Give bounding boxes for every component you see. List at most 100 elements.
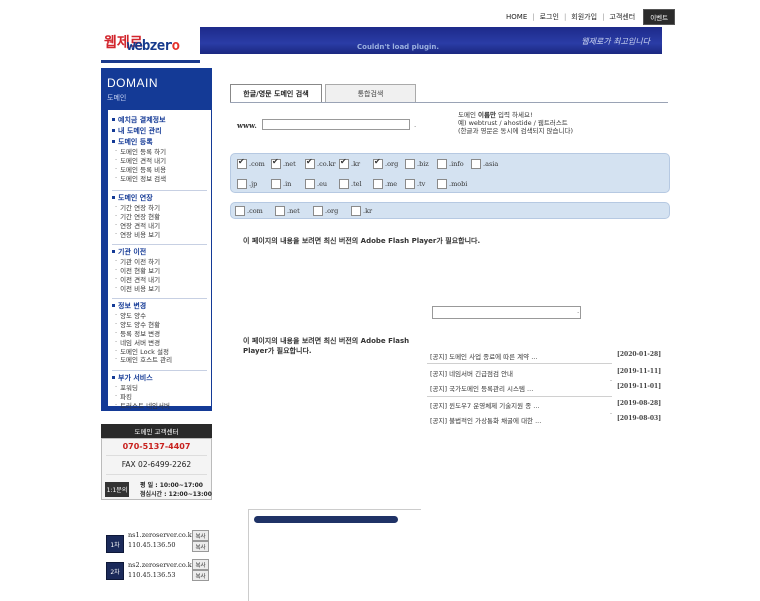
- ns1-ip-copy-button[interactable]: 복사: [192, 541, 209, 552]
- nav-signup[interactable]: 회원가입: [571, 12, 597, 22]
- header-slogan: 웹제로가 최고입니다: [581, 37, 650, 46]
- sidebar-section-label: 도메인 등록: [118, 137, 153, 146]
- sidebar-section-label: 기관 이전: [118, 247, 147, 256]
- help-text: 도메인: [458, 111, 479, 119]
- notice-date: [2019-08-28]: [617, 400, 662, 407]
- list-item[interactable]: [공지] 불법적인 가상통화 채굴에 대한 ... [2019-08-03]: [427, 412, 661, 426]
- nav-home[interactable]: HOME: [506, 13, 527, 21]
- list-item[interactable]: [공지] 국가도메인 등록관리 시스템 ... [2019-11-01]: [427, 380, 661, 394]
- checkbox-me[interactable]: [373, 179, 383, 189]
- bottom-tab-bar: [254, 516, 398, 523]
- tab-integrated-search[interactable]: 통합검색: [325, 84, 416, 103]
- ns1-ip: 110.45.136.50: [128, 541, 176, 549]
- support-fax: FAX 02-6499-2262: [121, 460, 192, 469]
- tld-tel-label: .tel: [351, 180, 362, 188]
- notice-date: [2019-11-01]: [617, 383, 662, 390]
- sidebar-section-label: 정보 변경: [118, 301, 147, 310]
- checkbox-net[interactable]: [271, 157, 281, 169]
- bullet-square-icon: [112, 118, 115, 121]
- list-item[interactable]: [공지] 네임서버 긴급점검 안내 [2019-11-11]: [427, 365, 661, 379]
- tld-panel-secondary: .com .net .org .kr: [230, 202, 670, 219]
- sidebar-item-transfer-cost[interactable]: 이전 비용 보기: [112, 283, 207, 293]
- checkbox-tv[interactable]: [405, 179, 415, 189]
- sidebar-section-title[interactable]: 도메인 등록: [112, 136, 207, 147]
- tld-info-label: .info: [449, 160, 464, 168]
- checkbox-tel[interactable]: [339, 179, 349, 189]
- sidebar-section-title[interactable]: 도메인 연장: [112, 192, 207, 203]
- checkbox-org-2[interactable]: [313, 206, 323, 216]
- site-logo[interactable]: 웹제로 webzero: [101, 26, 200, 63]
- sidebar-item-renew-cost[interactable]: 연장 비용 보기: [112, 229, 207, 239]
- sidebar-divider: [112, 370, 207, 371]
- checkbox-mobi[interactable]: [437, 179, 447, 189]
- tld-org-label: .org: [385, 160, 399, 168]
- plugin-error-message: Couldn't load plugin.: [357, 43, 440, 51]
- ns2-host: ns2.zeroserver.co.kr: [128, 561, 195, 569]
- domain-search-input[interactable]: [262, 119, 410, 130]
- sidebar-title: DOMAIN: [107, 76, 158, 90]
- bullet-square-icon: [112, 140, 115, 143]
- bullet-square-icon: [112, 129, 115, 132]
- sidebar-section-extra: 부가 서비스 포워딩 파킹 트러스트 네임서버: [112, 372, 207, 410]
- ns1-host-copy-button[interactable]: 복사: [192, 530, 209, 541]
- sidebar-section-label: 내 도메인 관리: [118, 126, 162, 135]
- inquiry-button[interactable]: 1:1문의: [105, 482, 129, 497]
- checkbox-kr-2[interactable]: [351, 206, 361, 216]
- list-item[interactable]: [공지] 도메인 사업 종료에 따른 계약 ... [2020-01-28]: [427, 348, 661, 362]
- sidebar-section-deposit[interactable]: 예치금 결제정보: [112, 114, 207, 125]
- help-text: 입력 하세요!: [495, 111, 533, 119]
- checkbox-asia[interactable]: [471, 159, 481, 169]
- checkbox-biz[interactable]: [405, 159, 415, 169]
- logo-english-main: webzer: [127, 38, 173, 54]
- checkbox-net-2[interactable]: [275, 206, 285, 216]
- checkbox-eu[interactable]: [305, 179, 315, 189]
- bullet-square-icon: [112, 250, 115, 253]
- notice-title[interactable]: [공지] 도메인 사업 종료에 따른 계약 ...: [430, 351, 548, 361]
- flash-required-message: 이 페이지의 내용을 보려면 최신 버전의 Adobe Flash Player…: [243, 237, 481, 245]
- event-button[interactable]: 이벤트: [643, 9, 676, 25]
- checkbox-kr[interactable]: [339, 157, 349, 169]
- nav-support[interactable]: 고객센터: [609, 12, 635, 22]
- notice-title[interactable]: [공지] 윈도우7 운영체제 기술지원 종 ...: [430, 400, 548, 410]
- notice-date: [2020-01-28]: [617, 351, 662, 358]
- ns2-host-copy-button[interactable]: 복사: [192, 559, 209, 570]
- tld-jp-label: .jp: [249, 180, 258, 188]
- logo-english-last: o: [171, 38, 181, 54]
- tld-kr-label: .kr: [351, 160, 361, 168]
- help-bold: 이름만: [478, 111, 496, 119]
- sidebar-section-label: 예치금 결제정보: [118, 115, 166, 124]
- checkbox-com[interactable]: [237, 157, 247, 169]
- sidebar-section-my-domain[interactable]: 내 도메인 관리: [112, 125, 207, 136]
- sidebar-item-register-whois[interactable]: 도메인 정보 검색: [112, 173, 207, 183]
- sidebar-section-renew: 도메인 연장 기간 연장 하기 기간 연장 현황 연장 견적 내기 연장 비용 …: [112, 192, 207, 239]
- tld-mobi-label: .mobi: [449, 180, 468, 188]
- checkbox-in[interactable]: [271, 179, 281, 189]
- sidebar-section-label: 도메인 연장: [118, 193, 153, 202]
- sidebar-section-title[interactable]: 부가 서비스: [112, 372, 207, 383]
- checkbox-info[interactable]: [437, 159, 447, 169]
- checkbox-cokr[interactable]: [305, 157, 315, 169]
- notice-title[interactable]: [공지] 국가도메인 등록관리 시스템 ...: [430, 383, 548, 393]
- sidebar-section-title[interactable]: 기관 이전: [112, 246, 207, 257]
- tld-in-label: .in: [283, 180, 292, 188]
- sidebar-item-trust-ns[interactable]: 트러스트 네임서버: [112, 401, 207, 410]
- notice-title[interactable]: [공지] 네임서버 긴급점검 안내: [430, 368, 548, 378]
- sidebar-section-title[interactable]: 정보 변경: [112, 300, 207, 311]
- tld-com-label: .com: [249, 160, 265, 168]
- notice-title[interactable]: [공지] 불법적인 가상통화 채굴에 대한 ...: [430, 415, 548, 425]
- list-item[interactable]: [공지] 윈도우7 운영체제 기술지원 종 ... [2019-08-28]: [427, 397, 661, 411]
- checkbox-org[interactable]: [373, 157, 383, 169]
- sidebar-divider: [112, 190, 207, 191]
- ns2-ip-copy-button[interactable]: 복사: [192, 570, 209, 581]
- tld-asia-label: .asia: [483, 160, 499, 168]
- secondary-search-input[interactable]: [432, 306, 581, 319]
- nav-login[interactable]: 로그인: [540, 12, 559, 22]
- tab-domain-search[interactable]: 한글/영문 도메인 검색: [230, 84, 322, 103]
- search-help-line1: 도메인 이름만 입력 하세요!: [458, 111, 573, 119]
- tab-underline: [230, 102, 668, 103]
- flash-required-message-2: 이 페이지의 내용을 보려면 최신 버전의 Adobe Flash Player…: [243, 337, 410, 355]
- checkbox-com-2[interactable]: [235, 206, 245, 216]
- checkbox-jp[interactable]: [237, 179, 247, 189]
- sidebar-item-host[interactable]: 도메인 호스트 관리: [112, 355, 207, 364]
- ns1-host: ns1.zeroserver.co.kr: [128, 531, 195, 539]
